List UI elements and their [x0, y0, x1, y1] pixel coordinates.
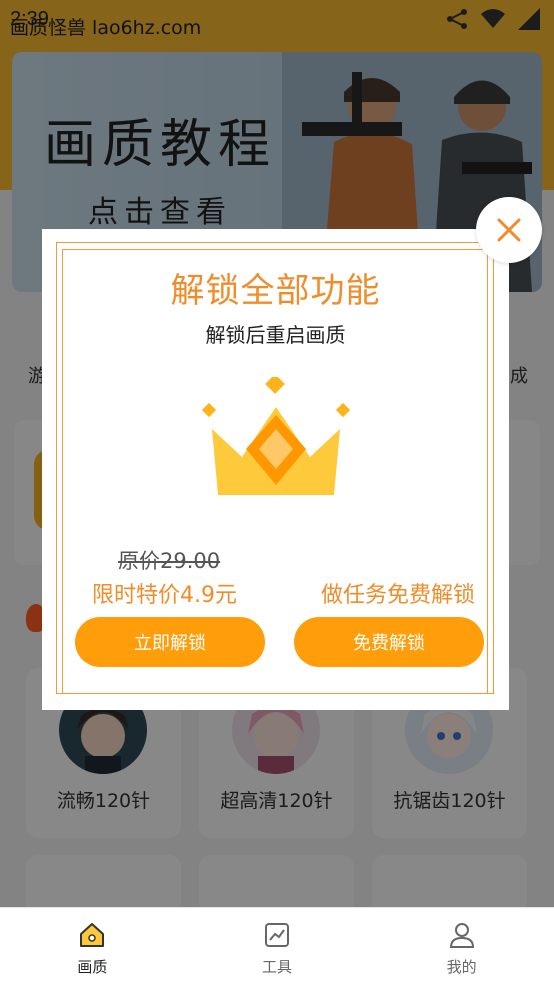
unlock-now-button[interactable]: 立即解锁 — [75, 617, 265, 667]
chart-icon — [265, 923, 289, 947]
original-price: 原价29.00 — [118, 549, 221, 573]
nav-label: 工具 — [262, 958, 293, 976]
nav-item-tools[interactable]: 工具 — [185, 908, 370, 985]
dialog-title: 解锁全部功能 — [170, 271, 381, 311]
close-button[interactable] — [476, 197, 542, 263]
dialog-subtitle: 解锁后重启画质 — [205, 323, 346, 347]
nav-label: 画质 — [77, 958, 108, 976]
unlock-dialog: 解锁全部功能 解锁后重启画质 原价29.00 限时特价4.9元 做任务免费解锁 … — [42, 229, 509, 710]
promo-task: 做任务免费解锁 — [320, 583, 475, 608]
promo-price: 限时特价4.9元 — [92, 583, 237, 608]
nav-item-mine[interactable]: 我的 — [369, 908, 554, 985]
nav-item-quality[interactable]: 画质 — [0, 908, 185, 985]
home-icon — [80, 923, 105, 947]
user-icon — [449, 923, 474, 948]
crown-icon — [201, 377, 351, 495]
close-icon — [497, 218, 521, 242]
bottom-nav: 画质 工具 我的 — [0, 907, 554, 985]
nav-label: 我的 — [446, 958, 477, 976]
free-unlock-button[interactable]: 免费解锁 — [294, 617, 484, 667]
